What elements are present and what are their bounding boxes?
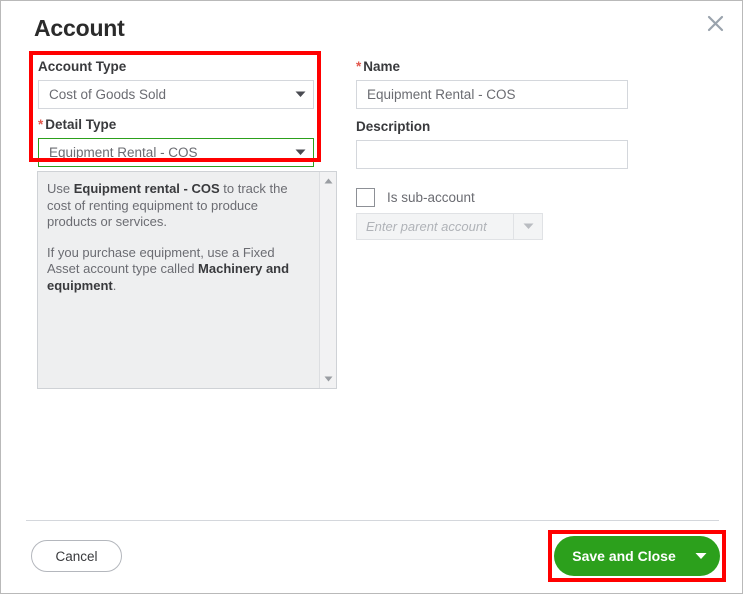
name-label: *Name [356, 59, 628, 75]
info-paragraph-2: If you purchase equipment, use a Fixed A… [47, 245, 309, 295]
chevron-down-icon[interactable] [682, 552, 720, 560]
detail-type-info-panel: Use Equipment rental - COS to track the … [37, 171, 337, 389]
page-title: Account [34, 15, 125, 42]
info-panel-text: Use Equipment rental - COS to track the … [38, 172, 319, 388]
parent-account-placeholder: Enter parent account [357, 219, 513, 234]
account-dialog: Account Account Type Cost of Goods Sold … [0, 0, 743, 594]
parent-account-select: Enter parent account [356, 213, 543, 240]
triangle-down-icon[interactable] [320, 372, 336, 386]
is-sub-account-checkbox[interactable] [356, 188, 375, 207]
save-and-close-button[interactable]: Save and Close [554, 536, 720, 576]
required-asterisk: * [356, 59, 361, 74]
right-form-column: *Name Equipment Rental - COS Description [356, 59, 628, 169]
detail-type-label-text: Detail Type [45, 117, 116, 132]
triangle-up-icon[interactable] [320, 174, 336, 188]
required-asterisk: * [38, 117, 43, 132]
is-sub-account-label: Is sub-account [387, 190, 475, 205]
detail-type-select[interactable]: Equipment Rental - COS [38, 138, 314, 167]
account-type-value: Cost of Goods Sold [39, 87, 287, 102]
close-icon[interactable] [700, 8, 730, 38]
detail-type-value: Equipment Rental - COS [39, 145, 287, 160]
name-input[interactable]: Equipment Rental - COS [356, 80, 628, 109]
save-and-close-label: Save and Close [554, 548, 682, 564]
info-p1-bold: Equipment rental - COS [74, 181, 220, 196]
chevron-down-icon [287, 149, 313, 156]
name-label-text: Name [363, 59, 400, 74]
footer-divider [26, 520, 719, 521]
info-paragraph-1: Use Equipment rental - COS to track the … [47, 181, 309, 231]
description-input[interactable] [356, 140, 628, 169]
left-form-column: Account Type Cost of Goods Sold *Detail … [38, 59, 314, 167]
info-p2-suffix: . [113, 278, 117, 293]
account-type-select[interactable]: Cost of Goods Sold [38, 80, 314, 109]
account-type-label: Account Type [38, 59, 314, 75]
info-p1-prefix: Use [47, 181, 74, 196]
is-sub-account-row[interactable]: Is sub-account [356, 188, 475, 207]
cancel-button[interactable]: Cancel [31, 540, 122, 572]
detail-type-label: *Detail Type [38, 117, 314, 133]
chevron-down-icon [513, 214, 542, 239]
description-label: Description [356, 119, 628, 135]
name-input-value: Equipment Rental - COS [357, 87, 627, 102]
chevron-down-icon [287, 91, 313, 98]
info-panel-scrollbar[interactable] [319, 172, 336, 388]
